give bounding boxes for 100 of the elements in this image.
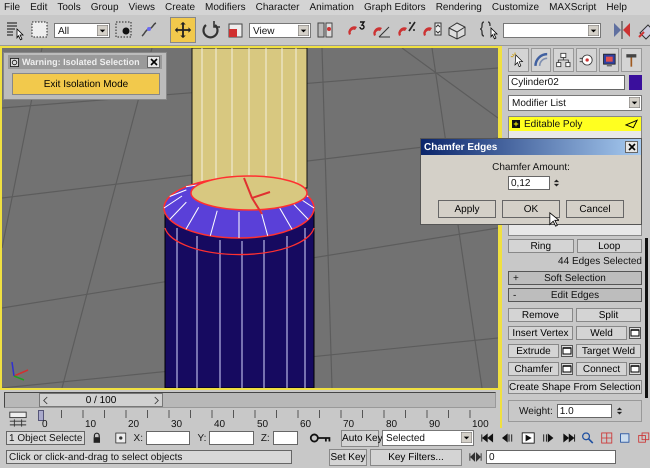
current-frame-marker[interactable] — [38, 410, 44, 421]
object-name-field[interactable]: Cylinder02 — [508, 75, 625, 90]
menu-item[interactable]: MAXScript — [549, 2, 596, 13]
rollout-header[interactable]: + Soft Selection — [508, 271, 642, 285]
rollout-header[interactable]: - Edit Edges — [508, 288, 642, 302]
dialog-button[interactable]: OK — [502, 200, 560, 218]
selection-button[interactable]: Ring — [508, 239, 574, 253]
menu-item[interactable]: Graph Editors — [364, 2, 426, 13]
play-icon[interactable] — [520, 432, 536, 444]
menu-item[interactable]: Tools — [57, 2, 81, 13]
previous-key-icon[interactable] — [500, 432, 515, 444]
edit-edges-button[interactable]: Extrude — [508, 344, 559, 358]
key-icon[interactable] — [308, 432, 332, 444]
track-bar-toggle-icon[interactable] — [8, 410, 28, 427]
absolute-mode-icon[interactable] — [114, 432, 127, 444]
close-icon — [150, 58, 158, 66]
menu-item[interactable]: Views — [128, 2, 156, 13]
create-cursor-icon[interactable] — [508, 48, 529, 72]
edit-edges-button[interactable]: Create Shape From Selection — [508, 380, 642, 394]
modifier-list-dropdown[interactable]: Modifier List — [508, 95, 642, 111]
panel-scrollbar[interactable] — [645, 238, 648, 398]
zoom-icon[interactable] — [581, 431, 595, 445]
expand-icon — [512, 120, 520, 128]
object-color-swatch[interactable] — [629, 75, 642, 90]
exit-isolation-button[interactable]: Exit Isolation Mode — [12, 73, 160, 95]
edit-edges-button[interactable]: Chamfer — [508, 362, 559, 376]
dialog-button[interactable]: Cancel — [566, 200, 624, 218]
x-label: X: — [134, 432, 143, 444]
timeline-label: 40 — [214, 419, 226, 430]
edit-edges-button[interactable]: Connect — [576, 362, 627, 376]
reference-coordinate-dropdown[interactable]: View — [249, 22, 311, 38]
menu-item[interactable]: File — [4, 2, 20, 13]
lock-icon[interactable] — [92, 432, 102, 444]
set-key-button[interactable]: Set Key — [329, 448, 367, 466]
go-to-end-icon[interactable] — [562, 432, 576, 444]
display-monitor-icon[interactable] — [598, 48, 620, 72]
zoom-extents-icon[interactable] — [618, 431, 632, 445]
hierarchy-icon[interactable] — [553, 48, 574, 72]
current-frame-field[interactable]: 0 — [486, 450, 616, 464]
close-button[interactable] — [147, 56, 160, 68]
edit-edges-button[interactable]: Remove — [508, 308, 573, 322]
spinner-arrows-icon[interactable] — [553, 177, 560, 189]
menu-item[interactable]: Help — [606, 2, 627, 13]
y-coordinate-field[interactable] — [209, 431, 254, 445]
go-to-start-icon[interactable] — [480, 432, 494, 444]
z-label: Z: — [260, 432, 270, 444]
z-coordinate-field[interactable] — [272, 431, 298, 445]
settings-window-icon[interactable] — [561, 345, 573, 357]
settings-window-icon[interactable] — [629, 363, 641, 375]
edit-edges-button[interactable]: Insert Vertex — [508, 326, 573, 340]
selection-button[interactable]: Loop — [576, 239, 642, 253]
close-button[interactable] — [625, 141, 638, 153]
mirror-icon[interactable] — [611, 19, 633, 41]
menu-item[interactable]: Customize — [492, 2, 540, 13]
menu-item[interactable]: Group — [90, 2, 119, 13]
dropdown-arrow-icon — [588, 24, 599, 36]
settings-window-icon[interactable] — [629, 327, 641, 339]
timeline-label: 50 — [257, 419, 268, 430]
menu-item[interactable]: Edit — [30, 2, 48, 13]
spinner-arrows-icon[interactable] — [616, 405, 623, 417]
zoom-extents-all-icon[interactable] — [636, 431, 650, 445]
utilities-hammer-icon[interactable] — [621, 48, 642, 72]
key-filters-button[interactable]: Key Filters... — [370, 448, 462, 466]
edit-edges-button[interactable]: Split — [576, 308, 641, 322]
timeline-label: 30 — [171, 419, 182, 430]
time-slider-thumb[interactable]: 0 / 100 — [39, 393, 163, 407]
zoom-all-icon[interactable] — [600, 431, 614, 445]
move-icon — [173, 20, 193, 40]
dropdown-arrow-icon — [461, 432, 472, 443]
motion-wheel-icon[interactable] — [576, 48, 597, 72]
modify-arc-icon[interactable] — [530, 48, 552, 72]
dialog-title: Chamfer Edges — [424, 142, 498, 152]
menu-item[interactable]: Create — [165, 2, 196, 13]
next-key-icon[interactable] — [541, 432, 556, 444]
auto-key-button[interactable]: Auto Key — [341, 430, 380, 446]
settings-window-icon[interactable] — [561, 363, 573, 375]
menu-item[interactable]: Modifiers — [205, 2, 246, 13]
move-tool-button[interactable] — [170, 17, 196, 43]
rollout-title: Edit Edges — [550, 290, 600, 300]
selection-count-field: 1 Object Selecte — [6, 431, 86, 445]
timeline-label: 60 — [300, 419, 312, 430]
menu-item[interactable]: Character — [256, 2, 300, 13]
menu-item[interactable]: Rendering — [436, 2, 482, 13]
rollout-toggle-sign: - — [513, 290, 518, 300]
menu-item[interactable]: Animation — [310, 2, 354, 13]
selection-info: 44 Edges Selected — [557, 256, 642, 268]
chamfer-amount-field[interactable]: 0,12 — [508, 176, 550, 190]
time-config-icon[interactable] — [468, 451, 483, 463]
x-coordinate-field[interactable] — [146, 431, 190, 445]
selection-filter-dropdown[interactable]: All — [54, 22, 110, 38]
dialog-button[interactable]: Apply — [438, 200, 496, 218]
rollout-toggle-sign: + — [513, 272, 520, 284]
edit-edges-button[interactable]: Weld — [576, 326, 627, 340]
named-selection-dropdown[interactable] — [503, 22, 601, 38]
timeline-label: 70 — [343, 419, 354, 430]
weight-field[interactable]: 1.0 — [556, 404, 612, 418]
modifier-stack-item[interactable]: Editable Poly — [509, 117, 641, 131]
key-mode-dropdown[interactable]: Selected — [382, 430, 474, 446]
braces-cursor-icon[interactable] — [478, 19, 500, 41]
edit-edges-button[interactable]: Target Weld — [576, 344, 641, 358]
